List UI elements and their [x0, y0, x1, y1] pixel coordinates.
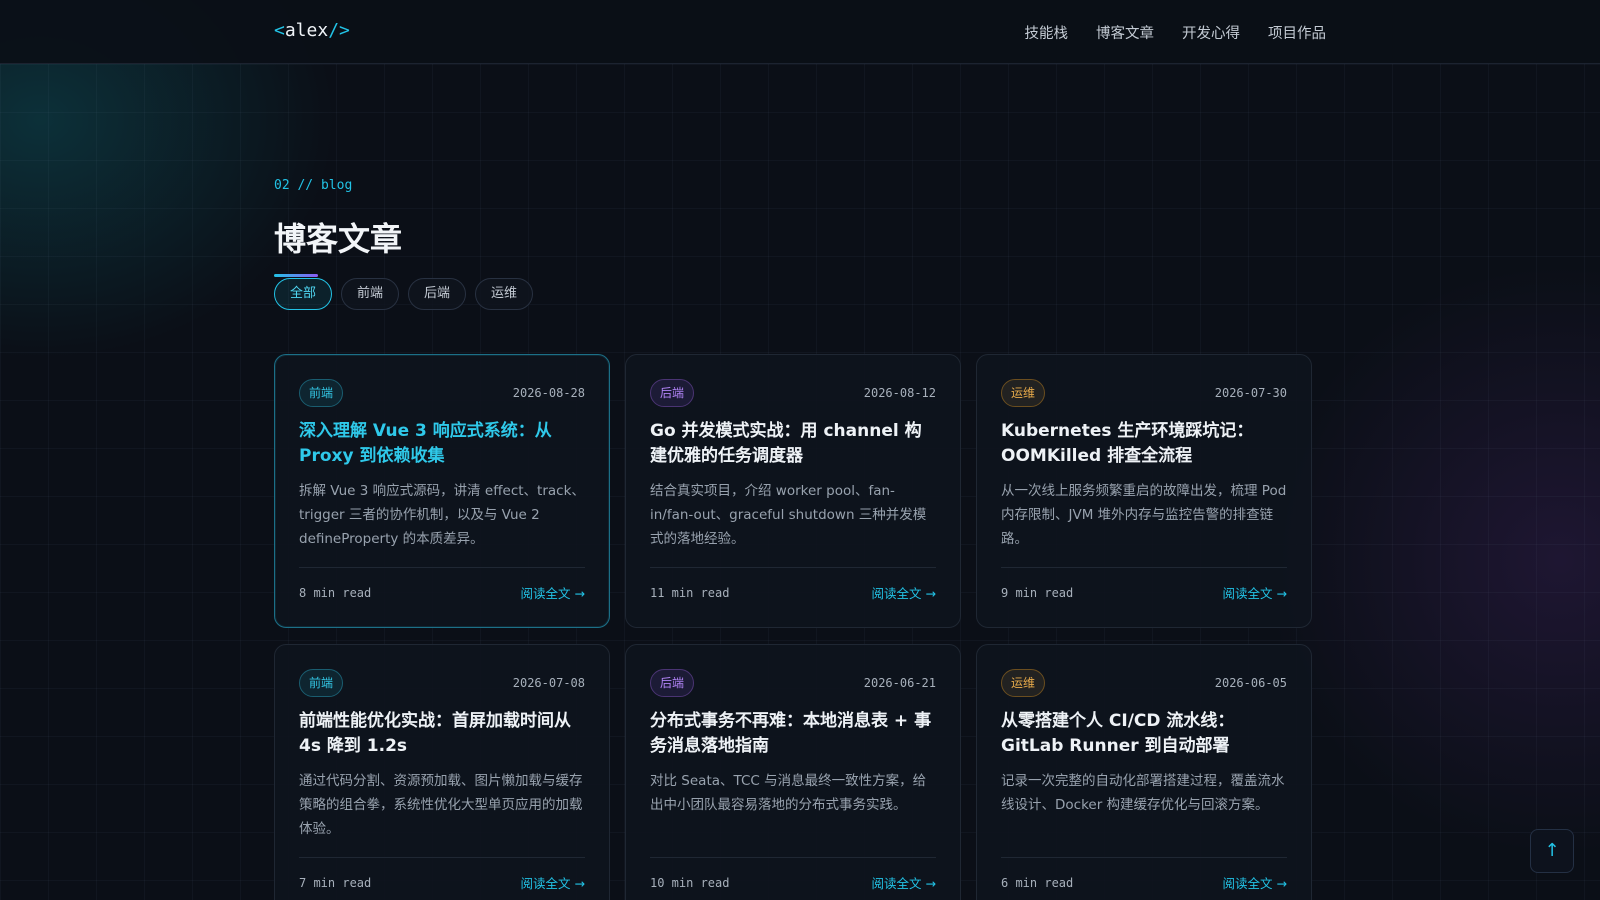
logo-text: alex	[284, 20, 329, 41]
card-footer: 9 min read 阅读全文 →	[1001, 567, 1287, 617]
post-excerpt: 拆解 Vue 3 响应式源码，讲清 effect、track、trigger 三…	[299, 483, 585, 547]
post-title[interactable]: 从零搭建个人 CI/CD 流水线：GitLab Runner 到自动部署	[1001, 709, 1287, 759]
logo-bracket-close: />	[328, 20, 350, 41]
card-footer: 11 min read 阅读全文 →	[650, 567, 936, 617]
read-time: 8 min read	[299, 585, 372, 600]
post-date: 2026-07-30	[1214, 386, 1287, 400]
post-card[interactable]: 前端 2026-07-08 前端性能优化实战：首屏加载时间从 4s 降到 1.2s 通…	[274, 644, 610, 900]
read-more-link[interactable]: 阅读全文 →	[1223, 873, 1287, 892]
read-time: 7 min read	[299, 875, 372, 890]
main-nav: 技能栈 博客文章 开发心得 项目作品	[1025, 22, 1327, 43]
read-time: 10 min read	[650, 875, 730, 890]
card-footer: 8 min read 阅读全文 →	[299, 567, 585, 617]
card-footer: 10 min read 阅读全文 →	[650, 857, 936, 900]
category-tag[interactable]: 前端	[299, 379, 344, 407]
read-more-link[interactable]: 阅读全文 →	[872, 873, 936, 892]
card-header: 前端 2026-08-28	[299, 379, 585, 407]
chip-filter-ops[interactable]: 运维	[475, 278, 534, 310]
card-header: 运维 2026-07-30	[1001, 379, 1287, 407]
post-excerpt: 结合真实项目，介绍 worker pool、fan-in/fan-out、gra…	[650, 483, 927, 547]
title-underline	[274, 274, 318, 277]
top-nav-bar: <alex/> 技能栈 博客文章 开发心得 项目作品	[0, 0, 1600, 64]
logo-bracket-open: <	[274, 20, 285, 41]
category-tag[interactable]: 运维	[1001, 379, 1046, 407]
back-to-top-button[interactable]: ↑	[1530, 829, 1574, 873]
read-time: 9 min read	[1001, 585, 1074, 600]
nav-link-projects[interactable]: 项目作品	[1268, 22, 1326, 43]
post-title[interactable]: 深入理解 Vue 3 响应式系统：从 Proxy 到依赖收集	[299, 419, 585, 469]
card-header: 运维 2026-06-05	[1001, 669, 1287, 697]
category-tag[interactable]: 后端	[650, 379, 695, 407]
post-card[interactable]: 运维 2026-06-05 从零搭建个人 CI/CD 流水线：GitLab Runn…	[976, 644, 1312, 900]
nav-link-skills[interactable]: 技能栈	[1025, 22, 1069, 43]
post-title[interactable]: 分布式事务不再难：本地消息表 + 事务消息落地指南	[650, 709, 936, 759]
category-tag[interactable]: 前端	[299, 669, 344, 697]
nav-link-notes[interactable]: 开发心得	[1182, 22, 1240, 43]
post-title[interactable]: Go 并发模式实战：用 channel 构建优雅的任务调度器	[650, 419, 936, 469]
post-date: 2026-07-08	[512, 676, 585, 690]
category-filters: 全部 前端 后端 运维	[274, 278, 534, 310]
card-footer: 7 min read 阅读全文 →	[299, 857, 585, 900]
post-excerpt: 从一次线上服务频繁重启的故障出发，梳理 Pod 内存限制、JVM 堆外内存与监控…	[1001, 483, 1287, 547]
post-card[interactable]: 后端 2026-06-21 分布式事务不再难：本地消息表 + 事务消息落地指南对比 …	[625, 644, 961, 900]
page-title: 博客文章	[274, 220, 403, 258]
read-more-link[interactable]: 阅读全文 →	[872, 583, 936, 602]
read-time: 6 min read	[1001, 875, 1074, 890]
site-logo[interactable]: <alex/>	[274, 20, 350, 41]
chip-filter-backend[interactable]: 后端	[408, 278, 467, 310]
post-card[interactable]: 运维 2026-07-30 Kubernetes 生产环境踩坑记：OOMKilled…	[976, 354, 1312, 628]
read-more-link[interactable]: 阅读全文 →	[1223, 583, 1287, 602]
card-header: 前端 2026-07-08	[299, 669, 585, 697]
post-date: 2026-08-28	[512, 386, 585, 400]
chip-filter-frontend[interactable]: 前端	[341, 278, 400, 310]
post-excerpt: 对比 Seata、TCC 与消息最终一致性方案，给出中小团队最容易落地的分布式事…	[650, 773, 927, 813]
post-excerpt: 通过代码分割、资源预加载、图片懒加载与缓存策略的组合拳，系统性优化大型单页应用的…	[299, 773, 583, 837]
category-tag[interactable]: 运维	[1001, 669, 1046, 697]
read-more-link[interactable]: 阅读全文 →	[521, 873, 585, 892]
post-excerpt: 记录一次完整的自动化部署搭建过程，覆盖流水线设计、Docker 构建缓存优化与回…	[1001, 773, 1285, 813]
card-header: 后端 2026-06-21	[650, 669, 936, 697]
post-date: 2026-06-21	[863, 676, 936, 690]
post-title[interactable]: Kubernetes 生产环境踩坑记：OOMKilled 排查全流程	[1001, 419, 1287, 469]
post-card[interactable]: 前端 2026-08-28 深入理解 Vue 3 响应式系统：从 Proxy 到依赖…	[274, 354, 610, 628]
post-date: 2026-06-05	[1214, 676, 1287, 690]
read-more-link[interactable]: 阅读全文 →	[521, 583, 585, 602]
nav-link-blog[interactable]: 博客文章	[1096, 22, 1154, 43]
post-card[interactable]: 后端 2026-08-12 Go 并发模式实战：用 channel 构建优雅的任务调…	[625, 354, 961, 628]
card-footer: 6 min read 阅读全文 →	[1001, 857, 1287, 900]
card-header: 后端 2026-08-12	[650, 379, 936, 407]
read-time: 11 min read	[650, 585, 730, 600]
category-tag[interactable]: 后端	[650, 669, 695, 697]
post-title[interactable]: 前端性能优化实战：首屏加载时间从 4s 降到 1.2s	[299, 709, 585, 759]
post-date: 2026-08-12	[863, 386, 936, 400]
chip-filter-all[interactable]: 全部	[274, 278, 333, 310]
section-kicker: 02 // blog	[274, 178, 353, 193]
